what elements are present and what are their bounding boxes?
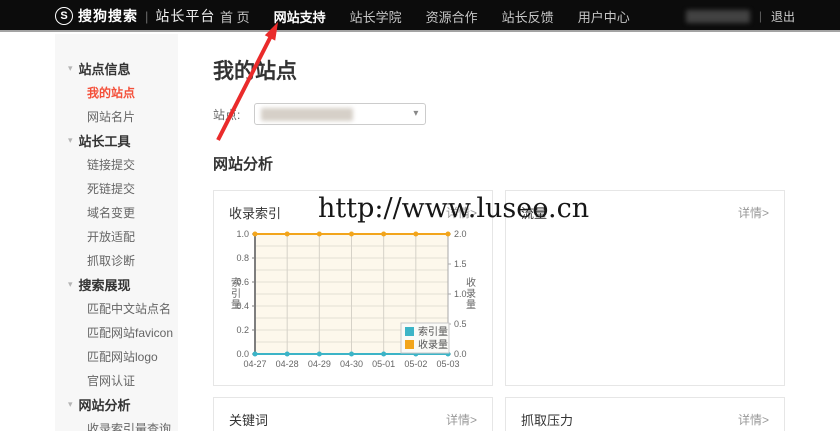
svg-text:1.5: 1.5: [454, 259, 467, 269]
details-link[interactable]: 详情>: [738, 411, 769, 428]
svg-text:收: 收: [466, 276, 476, 289]
sidebar-item-index-query[interactable]: 收录索引量查询: [55, 416, 178, 431]
logo-divider: |: [145, 8, 149, 24]
svg-text:0.0: 0.0: [236, 349, 249, 359]
sidebar-item-site-card[interactable]: 网站名片: [55, 104, 178, 128]
panel-title: 关键词: [229, 413, 269, 428]
sidebar: ▾ 站点信息 我的站点 网站名片 ▾ 站长工具 链接提交 死链提交 域名变更 开…: [55, 34, 178, 431]
svg-text:04-29: 04-29: [308, 359, 331, 369]
screen: S 搜狗搜索 | 站长平台 首 页 网站支持 站长学院 资源合作 站长反馈 用户…: [0, 0, 840, 431]
nav-item-academy[interactable]: 站长学院: [350, 7, 402, 26]
section-title: 站长工具: [78, 133, 131, 149]
sidebar-section-site-info[interactable]: ▾ 站点信息: [55, 56, 178, 80]
section-title: 搜索展现: [78, 277, 131, 293]
sidebar-section-search-display[interactable]: ▾ 搜索展现: [55, 272, 178, 296]
sidebar-item-open-adaptation[interactable]: 开放适配: [55, 224, 178, 248]
panel-crawl-pressure: 抓取压力 详情>: [505, 397, 785, 431]
panel-header: 抓取压力 详情>: [506, 398, 784, 429]
logo-brand: 搜狗搜索: [78, 8, 138, 24]
collapse-triangle-icon: ▾: [68, 134, 73, 145]
sidebar-item-official-cert[interactable]: 官网认证: [55, 368, 178, 392]
top-navbar: S 搜狗搜索 | 站长平台 首 页 网站支持 站长学院 资源合作 站长反馈 用户…: [0, 0, 840, 32]
svg-text:0.5: 0.5: [454, 319, 467, 329]
sidebar-item-link-submit[interactable]: 链接提交: [55, 152, 178, 176]
svg-text:0.0: 0.0: [454, 349, 467, 359]
sidebar-item-crawl-diagnosis[interactable]: 抓取诊断: [55, 248, 178, 272]
svg-text:索: 索: [231, 276, 241, 289]
sidebar-item-match-logo[interactable]: 匹配网站logo: [55, 344, 178, 368]
svg-text:1.0: 1.0: [454, 289, 467, 299]
sidebar-item-match-favicon[interactable]: 匹配网站favicon: [55, 320, 178, 344]
nav-item-home[interactable]: 首 页: [220, 7, 250, 26]
site-name-blurred: [261, 108, 354, 121]
nav-item-site-support[interactable]: 网站支持: [274, 7, 326, 26]
site-select-dropdown[interactable]: ▾: [254, 103, 427, 125]
details-link[interactable]: 详情>: [738, 204, 769, 221]
collapse-triangle-icon: ▾: [68, 398, 73, 409]
details-link[interactable]: 详情>: [446, 204, 477, 221]
collapse-triangle-icon: ▾: [68, 62, 73, 73]
svg-text:量: 量: [466, 299, 476, 311]
panel-keywords: 关键词 详情>: [213, 397, 493, 431]
collapse-triangle-icon: ▾: [68, 278, 73, 289]
index-inclusion-chart: 0.00.20.40.60.81.00.00.51.01.52.004-27 04…: [231, 229, 476, 369]
sidebar-item-my-sites[interactable]: 我的站点: [55, 80, 178, 104]
svg-text:04-27: 04-27: [243, 359, 266, 369]
panel-index-inclusion: 收录索引 详情> 0.0 0.2 0.4 0.6 0.8 1.0 0.0 0.5 1.0 1.5 2…: [213, 190, 493, 386]
nav-item-feedback[interactable]: 站长反馈: [502, 7, 554, 26]
svg-text:引: 引: [231, 288, 241, 300]
svg-text:04-30: 04-30: [340, 359, 363, 369]
panel-header: 流量 详情>: [506, 191, 784, 222]
panel-title: 抓取压力: [521, 413, 574, 428]
nav-menu: 首 页 网站支持 站长学院 资源合作 站长反馈 用户中心: [220, 0, 630, 32]
nav-item-user-center[interactable]: 用户中心: [578, 7, 630, 26]
svg-text:04-28: 04-28: [276, 359, 299, 369]
sidebar-item-match-cn-name[interactable]: 匹配中文站点名: [55, 296, 178, 320]
svg-text:05-01: 05-01: [372, 359, 395, 369]
site-label: 站点:: [213, 107, 241, 122]
sidebar-section-site-analysis[interactable]: ▾ 网站分析: [55, 392, 178, 416]
panel-title: 收录索引: [229, 206, 282, 221]
svg-text:2.0: 2.0: [454, 229, 467, 239]
panel-header: 收录索引 详情>: [214, 191, 492, 222]
svg-text:索引量: 索引量: [418, 325, 448, 338]
svg-text:1.0: 1.0: [236, 229, 249, 239]
panel-title: 流量: [521, 206, 548, 221]
svg-text:收录量: 收录量: [418, 338, 448, 351]
user-divider: |: [758, 9, 762, 23]
username-blurred: [685, 9, 750, 23]
page-title: 我的站点: [213, 60, 297, 83]
sidebar-item-domain-change[interactable]: 域名变更: [55, 200, 178, 224]
logo-product: 站长平台: [155, 8, 216, 24]
panel-header: 关键词 详情>: [214, 398, 492, 429]
section-title: 站点信息: [78, 61, 131, 77]
site-selector-row: 站点: ▾: [213, 103, 427, 125]
sogou-s-icon: S: [55, 7, 73, 25]
chevron-down-icon: ▾: [413, 108, 419, 119]
svg-text:量: 量: [231, 299, 241, 311]
nav-user-area: | 退出: [685, 0, 795, 32]
sogou-logo: S 搜狗搜索 | 站长平台: [55, 0, 215, 32]
section-title: 网站分析: [78, 397, 131, 413]
logout-link[interactable]: 退出: [771, 8, 795, 25]
panel-traffic: 流量 详情>: [505, 190, 785, 386]
sidebar-item-dead-link-submit[interactable]: 死链提交: [55, 176, 178, 200]
nav-item-resources[interactable]: 资源合作: [426, 7, 478, 26]
sidebar-section-webmaster-tools[interactable]: ▾ 站长工具: [55, 128, 178, 152]
svg-text:05-02: 05-02: [404, 359, 427, 369]
svg-text:录: 录: [466, 288, 476, 300]
svg-text:0.2: 0.2: [236, 325, 249, 335]
details-link[interactable]: 详情>: [446, 411, 477, 428]
svg-text:05-03: 05-03: [436, 359, 459, 369]
section-title-site-analysis: 网站分析: [213, 156, 274, 173]
svg-text:0.8: 0.8: [236, 253, 249, 263]
